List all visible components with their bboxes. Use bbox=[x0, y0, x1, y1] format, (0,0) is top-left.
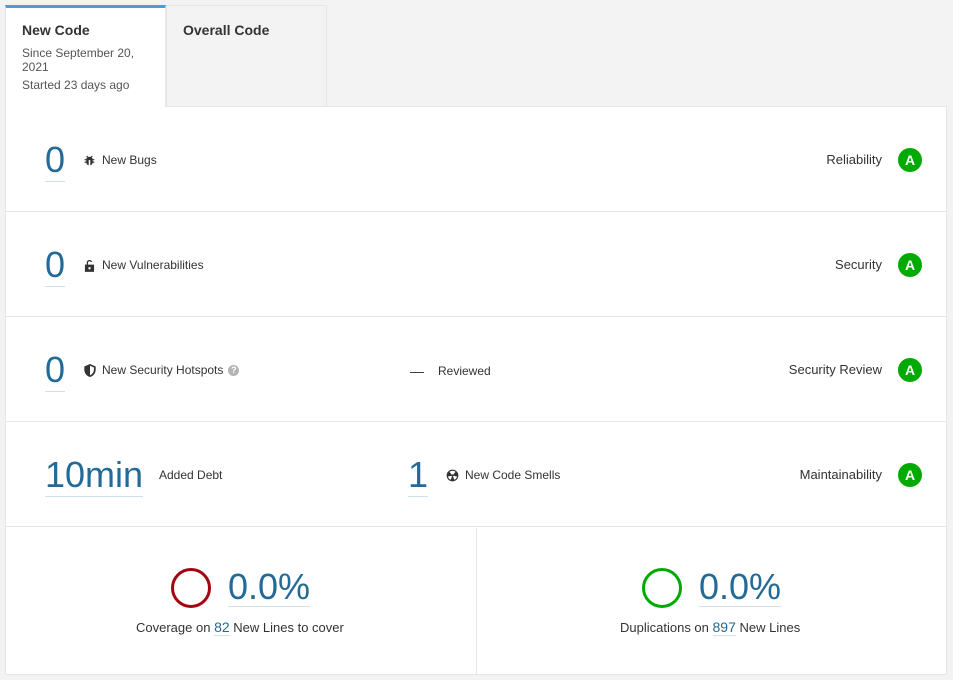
new-vulnerabilities-label: New Vulnerabilities bbox=[102, 258, 204, 272]
row-hotspots: 0 New Security Hotspots ? — Reviewed Sec… bbox=[6, 317, 946, 422]
new-hotspots-label: New Security Hotspots bbox=[102, 363, 224, 377]
reviewed-label: Reviewed bbox=[438, 364, 491, 378]
tab-overall-code[interactable]: Overall Code bbox=[166, 5, 327, 107]
reliability-label: Reliability bbox=[826, 152, 882, 167]
security-review-label: Security Review bbox=[788, 362, 882, 377]
coverage-circle-icon bbox=[171, 568, 211, 608]
security-label: Security bbox=[835, 257, 882, 272]
new-code-started: Started 23 days ago bbox=[22, 78, 130, 92]
measures-panel: 0 New Bugs Reliability A 0 New Vulnerabi… bbox=[5, 106, 947, 675]
added-debt-label: Added Debt bbox=[159, 468, 223, 482]
reliability-rating[interactable]: A bbox=[898, 148, 922, 172]
shield-icon bbox=[83, 363, 96, 377]
new-code-smells-label: New Code Smells bbox=[465, 468, 561, 482]
new-vulnerabilities-label-group: New Vulnerabilities bbox=[83, 258, 204, 272]
row-vulnerabilities: 0 New Vulnerabilities Security A bbox=[6, 212, 946, 317]
tab-overall-code-title: Overall Code bbox=[183, 22, 270, 38]
new-hotspots-label-group: New Security Hotspots ? bbox=[83, 363, 240, 377]
duplications-value[interactable]: 0.0% bbox=[699, 568, 782, 607]
new-hotspots-value[interactable]: 0 bbox=[45, 350, 66, 392]
duplications-caption: Duplications on 897 New Lines bbox=[620, 619, 801, 636]
row-maintainability: 10min Added Debt 1 New Code Smells Maint… bbox=[6, 422, 946, 527]
new-bugs-label-group: New Bugs bbox=[83, 153, 157, 167]
coverage-caption: Coverage on 82 New Lines to cover bbox=[136, 619, 344, 636]
new-vulnerabilities-value[interactable]: 0 bbox=[45, 245, 66, 287]
help-icon[interactable]: ? bbox=[228, 364, 240, 376]
bug-icon bbox=[83, 154, 96, 167]
duplications-suffix: New Lines bbox=[739, 620, 801, 635]
duplications-circle-icon bbox=[642, 568, 682, 608]
maintainability-label: Maintainability bbox=[799, 467, 882, 482]
coverage-lines[interactable]: 82 bbox=[214, 619, 230, 636]
new-bugs-value[interactable]: 0 bbox=[45, 140, 66, 182]
tab-new-code-title: New Code bbox=[22, 22, 90, 38]
reviewed-value[interactable]: — bbox=[410, 363, 424, 379]
coverage-suffix: New Lines to cover bbox=[233, 620, 344, 635]
duplications-lines[interactable]: 897 bbox=[712, 619, 736, 636]
duplications-prefix: Duplications on bbox=[620, 620, 709, 635]
added-debt-value[interactable]: 10min bbox=[45, 455, 144, 497]
coverage-prefix: Coverage on bbox=[136, 620, 211, 635]
period-tabs: New Code Since September 20, 2021 Starte… bbox=[5, 5, 327, 107]
maintainability-rating[interactable]: A bbox=[898, 463, 922, 487]
new-code-since: Since September 20, 2021 bbox=[22, 46, 135, 74]
new-bugs-label: New Bugs bbox=[102, 153, 157, 167]
reviewed-group: — Reviewed bbox=[410, 363, 491, 379]
new-code-smells-value[interactable]: 1 bbox=[408, 455, 429, 497]
duplications-section: 0.0% Duplications on 897 New Lines bbox=[476, 528, 947, 674]
coverage-section: 0.0% Coverage on 82 New Lines to cover bbox=[6, 528, 476, 674]
coverage-value[interactable]: 0.0% bbox=[228, 568, 311, 607]
row-bugs: 0 New Bugs Reliability A bbox=[6, 107, 946, 212]
security-review-rating[interactable]: A bbox=[898, 358, 922, 382]
security-rating[interactable]: A bbox=[898, 253, 922, 277]
bottom-measures: 0.0% Coverage on 82 New Lines to cover 0… bbox=[6, 528, 946, 674]
tab-new-code[interactable]: New Code Since September 20, 2021 Starte… bbox=[5, 5, 166, 107]
lock-icon bbox=[83, 259, 96, 272]
code-smell-icon bbox=[446, 469, 459, 482]
new-code-smells-label-group: New Code Smells bbox=[446, 468, 560, 482]
